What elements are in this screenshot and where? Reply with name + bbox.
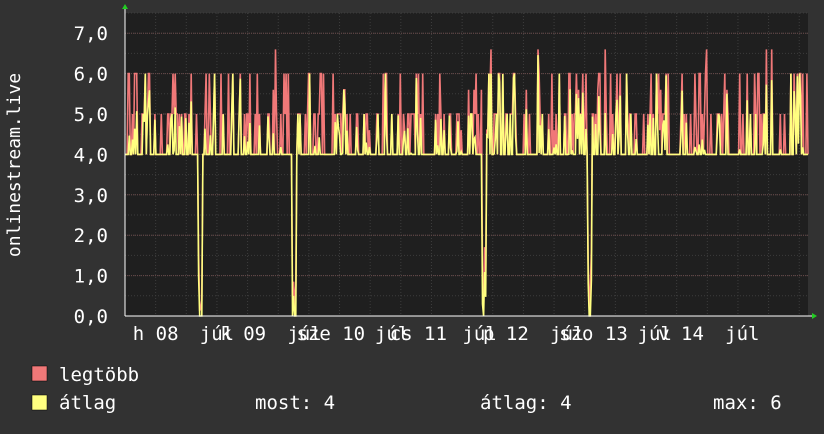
legend-swatch-legtobb	[31, 365, 48, 382]
y-tick-label: 4,0	[74, 144, 108, 166]
y-tick-label: 0,0	[74, 306, 108, 328]
legend-label-legtobb: legtöbb	[59, 364, 139, 386]
chart-svg: 0,01,02,03,04,05,06,07,0h 08 júlk 09 júlsz…	[0, 0, 824, 430]
x-tick-label: h 08	[133, 323, 179, 345]
x-tick-label: v 14	[658, 323, 704, 345]
x-tick-label: sze 10	[296, 323, 365, 345]
x-tick-label: cs 11	[390, 323, 447, 345]
y-tick-label: 6,0	[74, 64, 108, 86]
y-tick-label: 2,0	[74, 225, 108, 247]
y-axis-label: onlinestream.live	[4, 73, 25, 257]
x-tick-label: szo 13	[559, 323, 628, 345]
x-tick-label: p 12	[483, 323, 529, 345]
legend-label-atlag: átlag	[59, 392, 116, 414]
legend-swatch-atlag	[31, 394, 48, 411]
stat-most: most: 4	[255, 392, 335, 414]
y-tick-label: 7,0	[74, 23, 108, 45]
stat-max: max: 6	[713, 392, 782, 414]
x-tick-label: k 09	[220, 323, 266, 345]
y-tick-label: 5,0	[74, 104, 108, 126]
x-tick-label: júl	[725, 323, 759, 345]
stat-atlag: átlag: 4	[480, 392, 572, 414]
y-tick-label: 1,0	[74, 266, 108, 288]
chart: 0,0 1,0 2,0 3,0 4,0 5,0 6,0 7,0 h 08 júl k 09 júl sz…	[0, 0, 824, 430]
y-tick-label: 3,0	[74, 185, 108, 207]
